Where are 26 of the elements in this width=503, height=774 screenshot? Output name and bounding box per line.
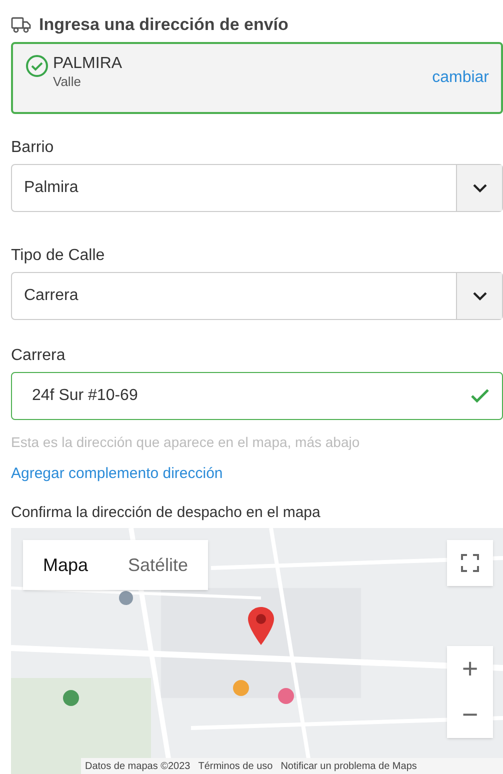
field-label: Tipo de Calle (11, 246, 106, 266)
map-type-tab[interactable]: Mapa (23, 540, 108, 590)
truck-icon (11, 16, 31, 34)
map-attribution[interactable]: Términos de uso (198, 758, 273, 774)
field-label: Barrio (11, 138, 55, 158)
chevron-down-icon (472, 183, 488, 193)
map-attribution[interactable]: Notificar un problema de Maps (280, 758, 417, 774)
section-title: Ingresa una dirección de envío (39, 14, 288, 36)
map-heading: Confirma la dirección de despacho en el mapa (11, 502, 322, 522)
hint-text: Esta es la dirección que aparece en el mapa, más abajo (11, 433, 361, 452)
map[interactable]: Mapa Satélite + − Datos de mapas ©2023 Términos de uso Notificar un problema de Maps (11, 528, 503, 774)
fullscreen-button[interactable] (447, 540, 493, 586)
map-pin-icon (247, 606, 275, 646)
dropdown[interactable]: Palmira (11, 164, 503, 212)
zoom-out-button[interactable]: − (447, 692, 493, 738)
add-complement-link[interactable]: Agregar complemento dirección (11, 463, 503, 486)
fullscreen-icon (461, 554, 479, 572)
chevron-down-icon (472, 291, 488, 301)
field-label: Carrera (11, 346, 66, 366)
zoom-in-button[interactable]: + (447, 646, 493, 692)
map-attribution: Datos de mapas ©2023 (85, 760, 190, 774)
map-type-tab[interactable]: Satélite (108, 540, 208, 590)
dropdown[interactable]: Carrera (11, 272, 503, 320)
city-name: PALMIRA (53, 54, 122, 74)
city-region: Valle (53, 74, 82, 90)
input-field[interactable]: 24f Sur #10-69 (11, 372, 503, 420)
